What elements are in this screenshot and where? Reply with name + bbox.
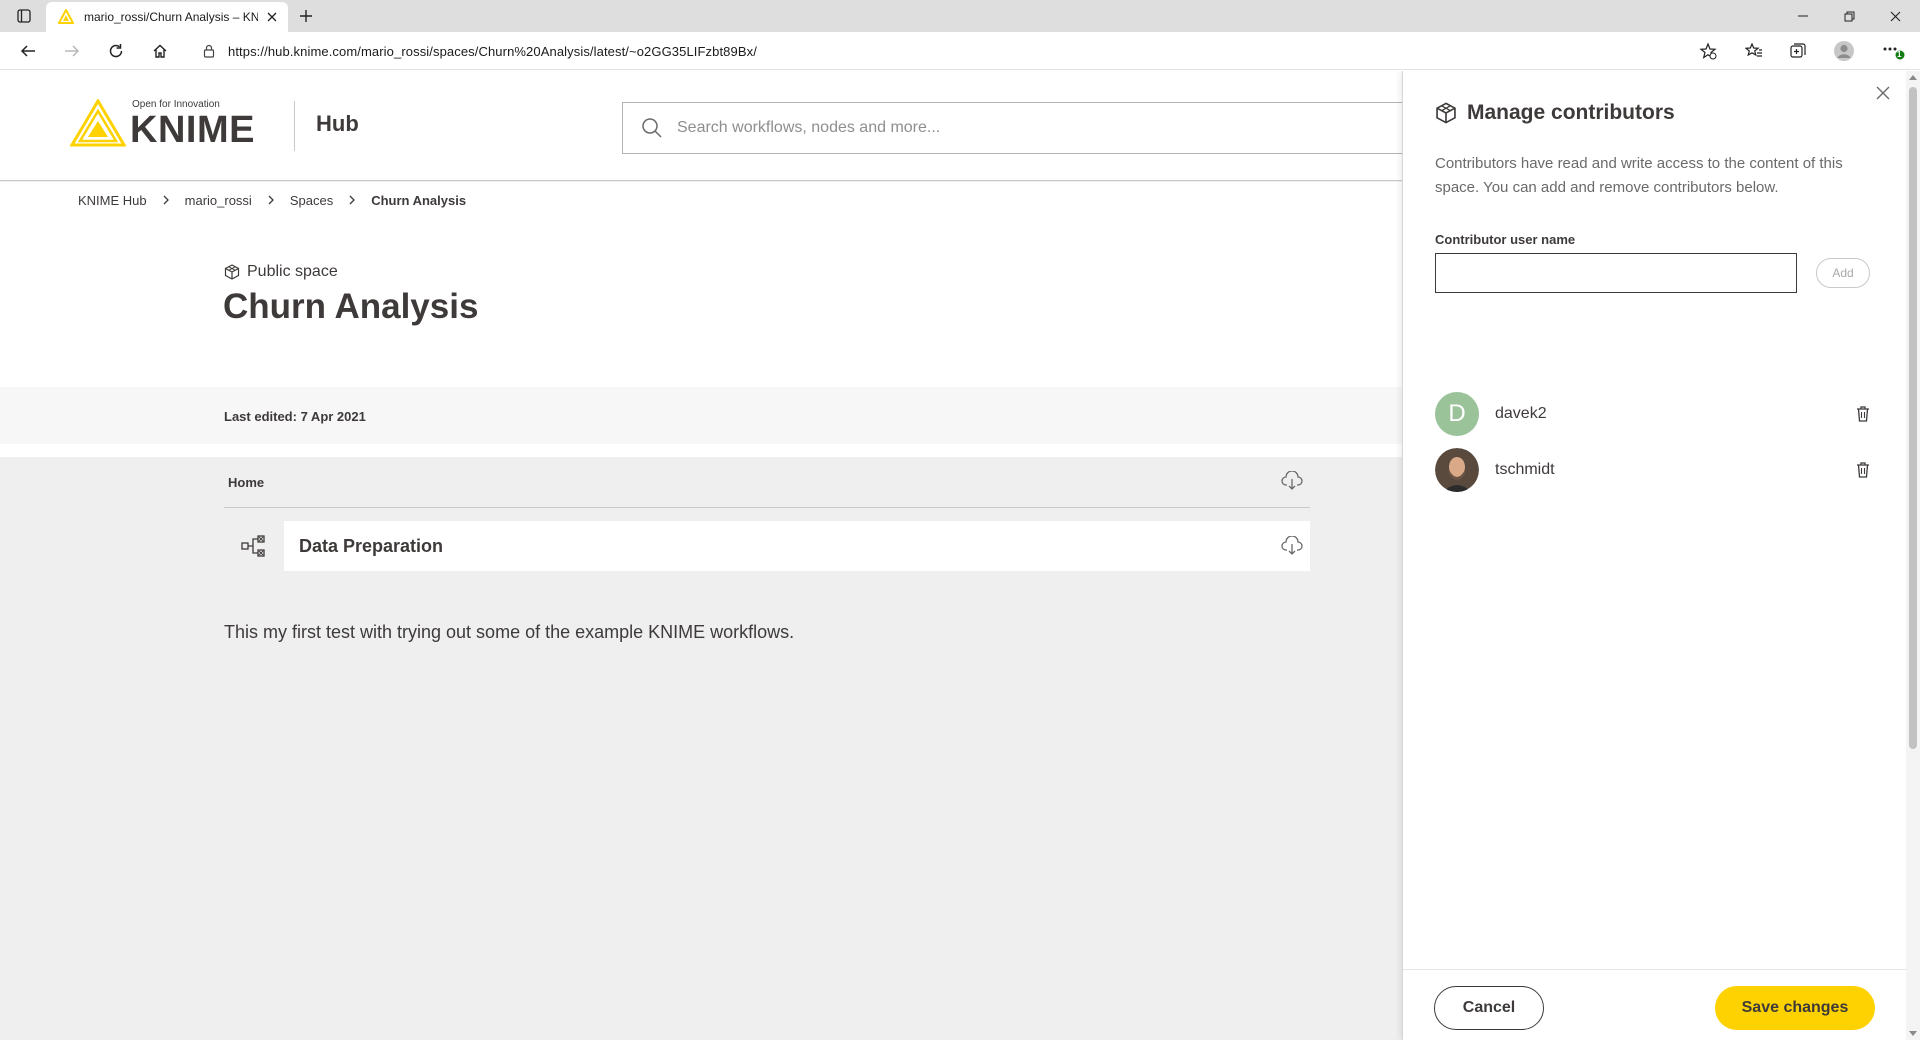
space-type-label: Public space	[247, 263, 338, 280]
scroll-up-icon[interactable]	[1909, 75, 1917, 80]
space-type: Public space	[224, 263, 338, 281]
close-icon[interactable]	[1873, 83, 1893, 103]
tab-actions-icon[interactable]	[12, 6, 36, 26]
trash-icon[interactable]	[1851, 458, 1875, 482]
new-tab-icon[interactable]	[296, 6, 316, 26]
download-cloud-icon[interactable]	[1280, 469, 1304, 493]
browser-tab[interactable]: mario_rossi/Churn Analysis – KNIME Hub	[46, 2, 288, 32]
space-cube-icon	[1435, 102, 1457, 124]
profile-avatar-icon[interactable]	[1830, 37, 1858, 65]
add-contributor-button[interactable]: Add	[1816, 258, 1870, 288]
contributor-username-input[interactable]	[1435, 253, 1797, 293]
breadcrumb-knime-hub[interactable]: KNIME Hub	[78, 193, 147, 208]
restore-icon[interactable]	[1826, 0, 1872, 32]
collections-icon[interactable]	[1784, 37, 1812, 65]
last-edited: Last edited: 7 Apr 2021	[224, 409, 366, 424]
minimize-icon[interactable]	[1780, 0, 1826, 32]
panel-description: Contributors have read and write access …	[1435, 155, 1843, 196]
contributor-username: davek2	[1495, 405, 1547, 422]
save-changes-button[interactable]: Save changes	[1715, 986, 1875, 1030]
url-text: https://hub.knime.com/mario_rossi/spaces…	[228, 44, 757, 59]
logo-wordmark: KNIME	[130, 109, 255, 151]
back-icon[interactable]	[14, 37, 42, 65]
refresh-icon[interactable]	[102, 37, 130, 65]
item-name[interactable]: Data Preparation	[299, 536, 443, 557]
trash-icon[interactable]	[1851, 402, 1875, 426]
list-item[interactable]: Data Preparation	[224, 521, 1310, 571]
knime-logo[interactable]: Open for Innovation KNIME	[70, 97, 260, 151]
browser-tab-bar: mario_rossi/Churn Analysis – KNIME Hub	[0, 0, 1920, 32]
settings-more-icon[interactable]: 1	[1880, 37, 1908, 65]
download-cloud-icon[interactable]	[1280, 534, 1304, 558]
cancel-button[interactable]: Cancel	[1434, 986, 1544, 1030]
forward-icon[interactable]	[58, 37, 86, 65]
scroll-down-icon[interactable]	[1909, 1031, 1917, 1036]
breadcrumb: KNIME Hub mario_rossi Spaces Churn Analy…	[78, 192, 467, 208]
explorer-header: Home	[224, 465, 1310, 508]
panel-header: Manage contributors	[1435, 101, 1675, 125]
window-close-icon[interactable]	[1872, 0, 1918, 32]
workflow-group-icon	[224, 521, 284, 571]
browser-toolbar: https://hub.knime.com/mario_rossi/spaces…	[0, 32, 1920, 70]
page: Open for Innovation KNIME Hub KNIME Hub …	[0, 71, 1920, 1040]
header-divider	[294, 101, 295, 151]
panel-footer: Cancel Save changes	[1403, 969, 1920, 1040]
knime-favicon-icon	[58, 9, 74, 25]
url-prefix: https://	[228, 43, 268, 59]
url-path: /mario_rossi/spaces/Churn%20Analysis/lat…	[357, 43, 757, 59]
home-icon[interactable]	[146, 37, 174, 65]
hub-label[interactable]: Hub	[316, 111, 359, 137]
explorer-path-home[interactable]: Home	[228, 475, 264, 490]
page-title: Churn Analysis	[223, 287, 479, 326]
breadcrumb-user[interactable]: mario_rossi	[185, 193, 252, 208]
chevron-right-icon	[349, 195, 356, 205]
lock-icon	[202, 44, 216, 58]
notification-badge: 1	[1897, 50, 1902, 59]
favorite-star-icon[interactable]	[1694, 37, 1722, 65]
address-bar[interactable]: https://hub.knime.com/mario_rossi/spaces…	[190, 36, 1730, 66]
contributor-row: D davek2	[1435, 392, 1875, 436]
knime-logo-icon	[70, 99, 126, 147]
chevron-right-icon	[163, 195, 169, 205]
contributor-username: tschmidt	[1495, 461, 1555, 478]
scrollbar-thumb[interactable]	[1909, 87, 1917, 749]
search-input[interactable]	[677, 119, 1277, 137]
manage-contributors-panel: Manage contributors Contributors have re…	[1402, 71, 1920, 1040]
space-cube-icon	[224, 264, 240, 280]
tab-close-icon[interactable]	[264, 9, 280, 25]
contributor-field-label: Contributor user name	[1435, 232, 1576, 247]
tab-title: mario_rossi/Churn Analysis – KNIME Hub	[84, 10, 258, 24]
panel-title: Manage contributors	[1467, 101, 1675, 124]
space-description: This my first test with trying out some …	[224, 622, 795, 642]
avatar: D	[1435, 392, 1479, 436]
favorites-list-icon[interactable]	[1740, 37, 1768, 65]
breadcrumb-spaces[interactable]: Spaces	[290, 193, 333, 208]
search-box[interactable]	[622, 102, 1442, 154]
space-explorer: Home Data Preparation	[224, 465, 1310, 571]
page-scrollbar[interactable]	[1906, 71, 1920, 1040]
contributor-row: tschmidt	[1435, 448, 1875, 492]
breadcrumb-current: Churn Analysis	[371, 192, 467, 208]
search-icon	[641, 117, 663, 139]
chevron-right-icon	[268, 195, 274, 205]
url-host: hub.knime.com	[267, 43, 358, 59]
avatar	[1435, 448, 1479, 492]
